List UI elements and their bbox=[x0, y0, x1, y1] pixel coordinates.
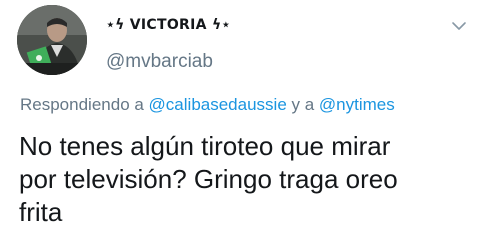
tweet-card: ⋆ϟ VICTORIA ϟ⋆ @mvbarciab Respondiendo a… bbox=[0, 0, 480, 240]
mention-link[interactable]: @nytimes bbox=[319, 95, 395, 114]
chevron-down-icon[interactable] bbox=[449, 16, 469, 36]
mention-link[interactable]: @calibasedaussie bbox=[149, 95, 287, 114]
tweet-text: No tenes algún tiroteo que mirar por tel… bbox=[19, 130, 474, 229]
reply-prefix: Respondiendo a bbox=[20, 95, 149, 114]
tweet-text-line: por televisión? Gringo traga oreo bbox=[19, 164, 398, 194]
profile-photo bbox=[17, 5, 87, 75]
display-name[interactable]: ⋆ϟ VICTORIA ϟ⋆ bbox=[106, 17, 231, 33]
tweet-text-line: No tenes algún tiroteo que mirar bbox=[19, 131, 391, 161]
avatar[interactable] bbox=[17, 5, 87, 75]
reply-context: Respondiendo a @calibasedaussie y a @nyt… bbox=[20, 95, 395, 115]
reply-connector: y a bbox=[286, 95, 319, 114]
tweet-text-line: frita bbox=[19, 197, 63, 227]
user-handle[interactable]: @mvbarciab bbox=[106, 51, 213, 73]
